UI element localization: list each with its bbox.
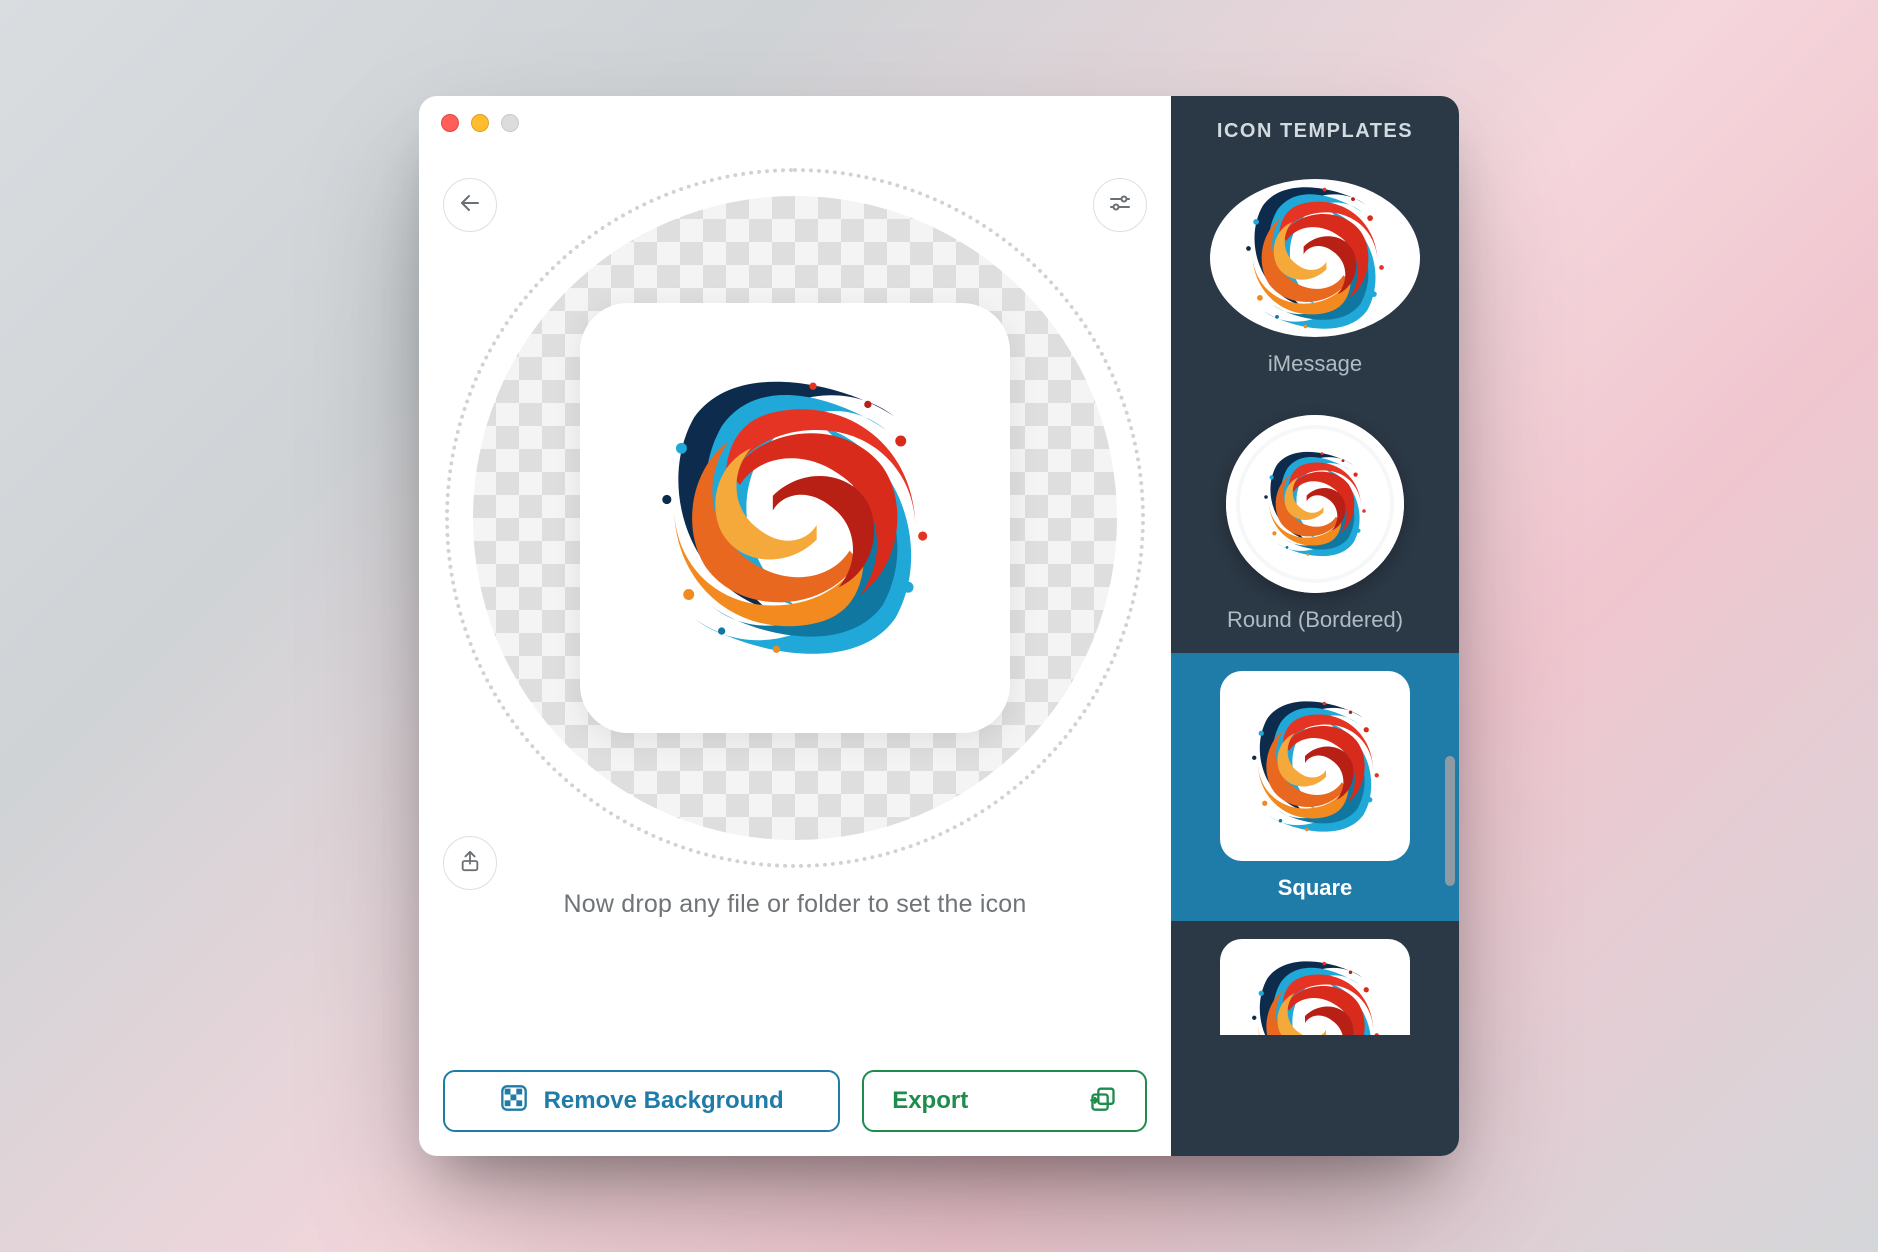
export-label: Export — [892, 1087, 968, 1115]
template-round-bordered[interactable]: Round (Bordered) — [1171, 397, 1459, 653]
template-label: Square — [1278, 875, 1353, 901]
sidebar-title: ICON TEMPLATES — [1171, 96, 1459, 161]
templates-sidebar: ICON TEMPLATES iMessage Round (Bordered)… — [1171, 96, 1459, 1156]
remove-background-label: Remove Background — [544, 1087, 784, 1115]
template-thumb-round — [1226, 415, 1404, 593]
template-square[interactable]: Square — [1171, 653, 1459, 921]
template-thumb-partial — [1220, 939, 1410, 1035]
icon-preview-dropzone[interactable] — [445, 168, 1145, 868]
template-label: Round (Bordered) — [1227, 607, 1403, 633]
icon-artwork — [612, 335, 978, 701]
minimize-window-button[interactable] — [471, 114, 489, 132]
remove-background-button[interactable]: Remove Background — [443, 1070, 840, 1132]
main-panel: Now drop any file or folder to set the i… — [419, 96, 1171, 1156]
template-label: iMessage — [1268, 351, 1362, 377]
window-traffic-lights — [441, 114, 519, 132]
template-next-partial[interactable] — [1171, 921, 1459, 1035]
icon-preview-square — [580, 303, 1010, 733]
action-buttons: Remove Background Export — [443, 1070, 1147, 1132]
app-window: Now drop any file or folder to set the i… — [419, 96, 1459, 1156]
template-thumb-imessage — [1210, 179, 1420, 337]
fullscreen-window-button[interactable] — [501, 114, 519, 132]
checker-icon — [500, 1084, 528, 1119]
template-imessage[interactable]: iMessage — [1171, 161, 1459, 397]
dropzone-hint: Now drop any file or folder to set the i… — [443, 890, 1147, 919]
export-button[interactable]: Export — [862, 1070, 1147, 1132]
sidebar-scrollbar-thumb[interactable] — [1445, 756, 1455, 886]
close-window-button[interactable] — [441, 114, 459, 132]
export-icon — [1089, 1084, 1117, 1119]
template-thumb-square — [1220, 671, 1410, 861]
transparency-background — [473, 196, 1117, 840]
